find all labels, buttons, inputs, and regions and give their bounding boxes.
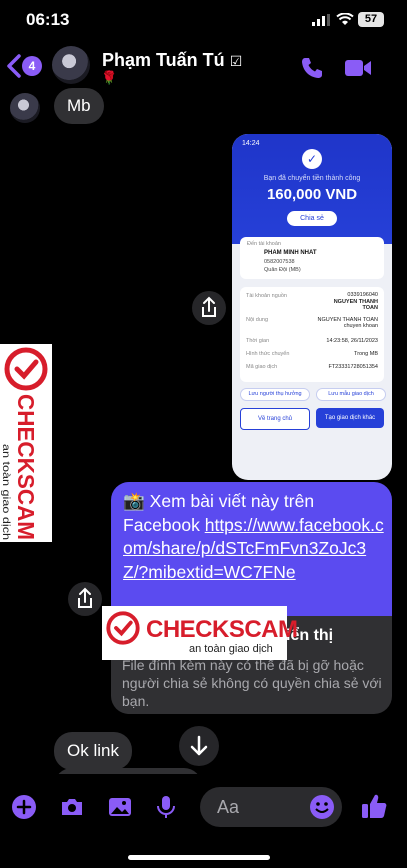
home-button: Về trang chủ — [240, 408, 310, 430]
camera-emoji: 📸 — [123, 491, 145, 511]
content-value: NGUYEN THANH TOAN chuyen khoan — [317, 317, 378, 329]
phone-icon[interactable] — [300, 56, 324, 80]
home-indicator — [128, 855, 270, 860]
to-account-label: Đến tài khoản — [247, 241, 281, 247]
content-label: Nội dung — [246, 317, 269, 323]
source-name: NGUYEN THANH TOAN — [333, 299, 378, 311]
contact-name: Phạm Tuấn Tú — [102, 50, 225, 70]
receipt-share-button: Chia sẻ — [287, 211, 337, 226]
contact-avatar[interactable] — [52, 46, 90, 84]
transaction-details-card: Tài khoản nguồn 0339196040 NGUYEN THANH … — [240, 287, 384, 382]
source-value: 0339196040 — [347, 292, 378, 298]
watermark-title-text: CHECKSCAM — [13, 394, 39, 540]
link-message-text[interactable]: 📸 Xem bài viết này trên Facebook https:/… — [123, 490, 385, 584]
scroll-down-arrow-icon[interactable] — [179, 726, 219, 766]
unread-count-badge[interactable]: 4 — [22, 56, 42, 76]
composer-bar — [0, 774, 407, 868]
contact-name-row[interactable]: Phạm Tuấn Tú ☑ — [102, 50, 242, 71]
camera-icon[interactable] — [59, 794, 85, 820]
watermark-subtitle-text: an toàn giao dịch — [1, 444, 11, 540]
checkscam-logo-icon — [106, 611, 140, 645]
txn-label: Mã giao dịch — [246, 364, 278, 370]
time-label: Thời gian — [246, 338, 270, 344]
share-icon[interactable] — [192, 291, 226, 325]
receipt-time: 14:24 — [242, 140, 260, 147]
rose-emoji: 🌹 — [101, 70, 118, 85]
watermark-title: CHECKSCAM — [146, 616, 298, 643]
message-bubble[interactable]: Mb — [54, 88, 104, 124]
recipient-account: 0582007538 — [264, 259, 295, 265]
thumbs-up-icon[interactable] — [360, 792, 388, 820]
source-label: Tài khoản nguồn — [246, 293, 287, 299]
back-chevron-icon[interactable] — [4, 52, 24, 80]
cellular-signal-icon — [312, 14, 330, 26]
checkscam-side-subtitle: an toàn giao dịch — [1, 444, 11, 540]
message-input-placeholder: Aa — [217, 797, 240, 817]
watermark-subtitle: an toàn giao dịch — [189, 643, 273, 655]
wifi-icon — [336, 13, 354, 25]
transfer-amount: 160,000 VND — [266, 186, 358, 203]
success-text: Bạn đã chuyển tiền thành công — [263, 175, 361, 182]
message-bubble[interactable]: Ok link — [54, 732, 132, 770]
verified-icon: ☑ — [229, 53, 243, 69]
microphone-icon[interactable] — [153, 794, 179, 820]
new-transaction-button: Tạo giao dịch khác — [316, 408, 384, 428]
success-check-icon: ✓ — [302, 149, 322, 169]
time-value: 14:23:58, 26/11/2023 — [326, 338, 378, 344]
emoji-icon[interactable] — [309, 794, 335, 820]
txn-value: FT23331728051354 — [328, 364, 378, 370]
battery-indicator: 57 — [358, 12, 384, 27]
attachment-text: File đính kèm này có thể đã bị gỡ hoặc n… — [122, 657, 382, 709]
recipient-card: Đến tài khoản PHAM MINH NHAT 0582007538 … — [240, 237, 384, 279]
plus-icon[interactable] — [11, 794, 37, 820]
method-value: Trong MB — [354, 351, 378, 357]
recipient-bank: Quân Đội (MB) — [264, 267, 301, 273]
method-label: Hình thức chuyển — [246, 351, 290, 357]
recipient-name: PHAM MINH NHAT — [264, 250, 317, 256]
bank-receipt-image[interactable]: 14:24 ✓ Bạn đã chuyển tiền thành công 16… — [232, 134, 392, 480]
checkscam-logo-icon — [4, 347, 48, 391]
image-icon[interactable] — [107, 794, 133, 820]
save-recipient-button: Lưu người thụ hưởng — [240, 388, 310, 401]
status-time: 06:13 — [26, 10, 70, 29]
share-icon[interactable] — [68, 582, 102, 616]
checkscam-side-title: CHECKSCAM — [13, 394, 39, 540]
save-template-button: Lưu mẫu giao dịch — [316, 388, 386, 401]
sender-avatar[interactable] — [10, 93, 40, 123]
video-camera-icon[interactable] — [344, 57, 372, 79]
